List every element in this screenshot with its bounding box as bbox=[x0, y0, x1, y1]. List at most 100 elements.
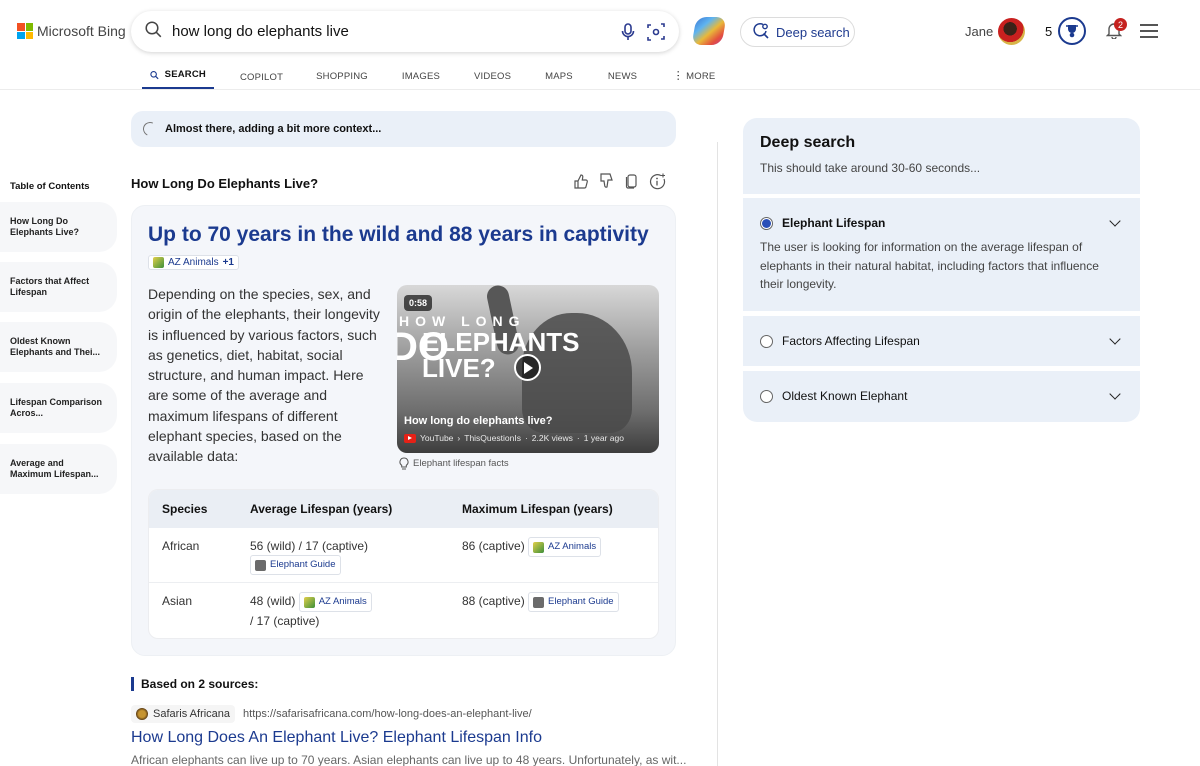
citation-chip[interactable]: AZ Animals bbox=[528, 537, 602, 557]
visual-search-icon[interactable] bbox=[647, 22, 665, 41]
tab-videos[interactable]: VIDEOS bbox=[474, 62, 511, 90]
video-thumbnail[interactable]: HOW LONG DO ELEPHANTS LIVE? 0:58 How lon… bbox=[397, 285, 659, 453]
max-value: 88 (captive) bbox=[462, 594, 525, 609]
tab-images[interactable]: IMAGES bbox=[402, 62, 440, 90]
thumbs-up-icon[interactable] bbox=[573, 173, 588, 195]
step-description: The user is looking for information on t… bbox=[760, 240, 1099, 291]
tab-shopping-label: SHOPPING bbox=[316, 70, 368, 82]
bing-logo[interactable]: Microsoft Bing bbox=[17, 23, 126, 39]
step-pending-indicator-icon bbox=[760, 334, 773, 348]
citation-extra-count: +1 bbox=[222, 257, 234, 268]
citation-chip[interactable]: Elephant Guide bbox=[250, 555, 341, 575]
avatar[interactable] bbox=[998, 18, 1025, 45]
source-snippet: African elephants can live up to 70 year… bbox=[131, 753, 687, 766]
tab-shopping[interactable]: SHOPPING bbox=[316, 62, 368, 90]
video-caption[interactable]: Elephant lifespan facts bbox=[399, 457, 509, 470]
tab-maps[interactable]: MAPS bbox=[545, 62, 573, 90]
table-header: Species Average Lifespan (years) Maximum… bbox=[149, 490, 658, 528]
sources-label: Based on 2 sources: bbox=[131, 677, 258, 691]
deep-search-icon bbox=[753, 22, 770, 42]
toc-item[interactable]: How Long Do Elephants Live? bbox=[0, 202, 117, 252]
column-header: Maximum Lifespan (years) bbox=[462, 502, 613, 516]
status-text: Almost there, adding a bit more context.… bbox=[165, 123, 382, 135]
search-box[interactable]: how long do elephants live bbox=[131, 11, 679, 52]
play-icon[interactable] bbox=[514, 354, 541, 381]
column-header: Species bbox=[162, 502, 208, 516]
max-cell: 88 (captive) Elephant Guide bbox=[462, 592, 658, 638]
toc-title: Table of Contents bbox=[10, 181, 90, 192]
video-age: 1 year ago bbox=[583, 433, 624, 443]
az-animals-favicon-icon bbox=[153, 257, 164, 268]
tab-search[interactable]: SEARCH bbox=[142, 62, 214, 90]
step-header[interactable]: Factors Affecting Lifespan bbox=[760, 316, 1123, 366]
toc-item[interactable]: Average and Maximum Lifespan... bbox=[0, 444, 117, 494]
citation-source: AZ Animals bbox=[318, 596, 367, 607]
video-channel: ThisQuestionIs bbox=[464, 433, 521, 443]
reward-points[interactable]: 5 bbox=[1045, 24, 1052, 39]
deep-search-subtitle: This should take around 30-60 seconds... bbox=[760, 161, 981, 175]
step-header[interactable]: Oldest Known Elephant bbox=[760, 371, 1123, 421]
column-divider bbox=[717, 142, 718, 766]
citation-source: AZ Animals bbox=[168, 257, 219, 268]
toc-item[interactable]: Factors that Affect Lifespan bbox=[0, 262, 117, 312]
chevron-down-icon[interactable] bbox=[1109, 388, 1121, 400]
tab-news-label: NEWS bbox=[607, 70, 638, 82]
tab-images-label: IMAGES bbox=[401, 70, 441, 82]
source-title-link[interactable]: How Long Does An Elephant Live? Elephant… bbox=[131, 729, 542, 747]
toc-item[interactable]: Lifespan Comparison Acros... bbox=[0, 383, 117, 433]
video-platform: YouTube bbox=[420, 433, 454, 443]
user-name[interactable]: Jane bbox=[965, 24, 993, 39]
step-active-indicator-icon bbox=[760, 216, 773, 230]
source-url[interactable]: https://safarisafricana.com/how-long-doe… bbox=[243, 708, 532, 720]
video-title: How long do elephants live? bbox=[404, 415, 553, 427]
answer-actions bbox=[573, 173, 666, 195]
species-cell: African bbox=[162, 539, 200, 553]
headline-citation[interactable]: AZ Animals +1 bbox=[148, 255, 239, 273]
notification-badge: 2 bbox=[1114, 18, 1127, 31]
citation-source: Elephant Guide bbox=[270, 559, 336, 570]
tab-more-label: MORE bbox=[686, 70, 716, 82]
microphone-icon[interactable] bbox=[621, 22, 635, 41]
tab-news[interactable]: NEWS bbox=[608, 62, 637, 90]
table-row: African 56 (wild) / 17 (captive) Elephan… bbox=[149, 528, 658, 583]
step-pending-indicator-icon bbox=[760, 389, 773, 403]
tab-maps-label: MAPS bbox=[545, 70, 573, 82]
citation-chip[interactable]: Elephant Guide bbox=[528, 592, 619, 612]
lifespan-table: Species Average Lifespan (years) Maximum… bbox=[148, 489, 659, 639]
citation-source: Elephant Guide bbox=[548, 596, 614, 607]
menu-icon[interactable] bbox=[1140, 24, 1158, 42]
loading-spinner-icon bbox=[141, 120, 159, 138]
az-animals-favicon-icon bbox=[303, 596, 315, 608]
more-dots-icon: ⋯ bbox=[672, 70, 685, 82]
source-site[interactable]: Safaris Africana bbox=[131, 705, 236, 723]
avg-cell: 56 (wild) / 17 (captive) Elephant Guide bbox=[250, 537, 462, 582]
video-overlay-line: LIVE? bbox=[422, 353, 496, 383]
copilot-icon[interactable] bbox=[691, 17, 727, 45]
info-sparkle-icon[interactable] bbox=[649, 173, 666, 195]
tab-more[interactable]: ⋯ MORE bbox=[672, 62, 716, 90]
chevron-down-icon[interactable] bbox=[1109, 215, 1121, 227]
answer-title: How Long Do Elephants Live? bbox=[131, 176, 319, 191]
breadcrumb-chevron-icon: › bbox=[457, 433, 461, 443]
copy-icon[interactable] bbox=[625, 173, 638, 195]
elephant-guide-favicon-icon bbox=[533, 596, 545, 608]
video-views: 2.2K views bbox=[531, 433, 573, 443]
step-label: Elephant Lifespan bbox=[782, 216, 886, 230]
avg-value-cont: / 17 (captive) bbox=[250, 614, 320, 628]
video-caption-text: Elephant lifespan facts bbox=[413, 458, 509, 469]
tab-copilot[interactable]: COPILOT bbox=[240, 62, 283, 90]
thumbs-down-icon[interactable] bbox=[599, 173, 614, 195]
avg-cell: 48 (wild) AZ Animals / 17 (captive) bbox=[250, 592, 462, 638]
citation-chip[interactable]: AZ Animals bbox=[298, 592, 372, 612]
search-input[interactable]: how long do elephants live bbox=[172, 23, 609, 40]
chevron-down-icon[interactable] bbox=[1109, 333, 1121, 345]
status-banner: Almost there, adding a bit more context.… bbox=[131, 111, 676, 147]
rewards-trophy-icon[interactable] bbox=[1058, 17, 1086, 45]
deep-search-button[interactable]: Deep search bbox=[740, 17, 855, 47]
nav-tabs: SEARCH COPILOT SHOPPING IMAGES VIDEOS MA… bbox=[142, 62, 715, 90]
search-tab-icon bbox=[150, 70, 159, 79]
answer-headline: Up to 70 years in the wild and 88 years … bbox=[148, 223, 649, 246]
header-divider bbox=[0, 89, 1200, 90]
toc-item[interactable]: Oldest Known Elephants and Thei... bbox=[0, 322, 117, 372]
youtube-icon bbox=[404, 433, 416, 443]
